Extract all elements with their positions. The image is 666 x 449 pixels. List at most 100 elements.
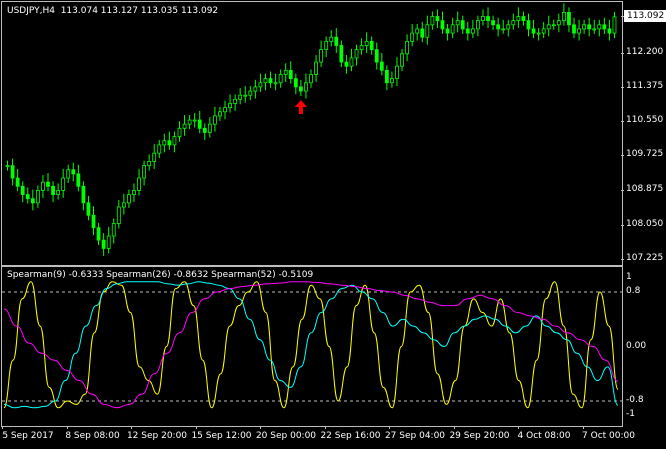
time-label: 15 Sep 12:00 (191, 431, 252, 441)
candle (106, 226, 111, 254)
candle (298, 79, 303, 97)
price-label: 108.050 (626, 218, 664, 229)
indicator-level-label: -1 (626, 408, 635, 419)
candle (556, 13, 561, 33)
price-label: 109.725 (626, 149, 664, 160)
candle (91, 206, 96, 236)
price-chart-panel[interactable]: USDJPY,H4 113.074 113.127 113.035 113.09… (1, 1, 623, 266)
time-tick (582, 426, 584, 429)
candle (395, 57, 399, 87)
candle (30, 189, 35, 211)
candle (309, 69, 313, 88)
candle (450, 17, 455, 39)
time-tick (453, 426, 455, 429)
candle (56, 183, 61, 200)
chart-window[interactable]: USDJPY,H4 113.074 113.127 113.035 113.09… (0, 0, 666, 449)
candle (612, 11, 617, 39)
candle (202, 123, 207, 140)
time-label: 7 Oct 00:00 (582, 431, 635, 441)
candle (607, 19, 612, 41)
candle (258, 73, 263, 92)
candle (304, 73, 308, 99)
candle (481, 9, 485, 26)
candle (172, 131, 177, 153)
price-chart-canvas[interactable] (2, 2, 622, 265)
candle (496, 17, 501, 37)
candle (288, 61, 293, 84)
candle (445, 23, 450, 41)
time-tick (131, 426, 132, 429)
time-label: 4 Oct 08:00 (517, 431, 571, 441)
candle (152, 144, 157, 169)
candle (167, 131, 172, 150)
candle (192, 112, 197, 128)
candle (86, 195, 91, 221)
candle (25, 187, 30, 204)
time-tick (518, 426, 519, 429)
candle (218, 106, 222, 121)
candle (567, 7, 571, 33)
price-label: 107.225 (626, 252, 664, 263)
price-tick (621, 15, 624, 17)
candle (369, 36, 374, 55)
candle (101, 233, 106, 256)
time-label: 8 Sep 08:00 (65, 431, 120, 441)
candle (465, 21, 470, 41)
candle (541, 21, 546, 39)
candle (410, 23, 415, 47)
candle (425, 15, 430, 45)
candle (182, 115, 187, 136)
candle (20, 181, 25, 203)
candle (268, 71, 273, 88)
price-tick (621, 86, 624, 88)
candle (233, 94, 238, 111)
time-tick (389, 426, 390, 429)
candle (491, 15, 495, 30)
symbol-timeframe: USDJPY,H4 (7, 6, 55, 16)
series-line (3, 281, 619, 409)
price-tick (621, 52, 624, 54)
indicator-panel[interactable]: Spearman(9) -0.6333 Spearman(26) -0.8632… (1, 266, 623, 427)
candle (577, 19, 581, 41)
ohlc-values: 113.074 113.127 113.035 113.092 (60, 6, 219, 16)
candle (354, 44, 359, 66)
candle (546, 15, 551, 37)
candle (187, 115, 192, 130)
candle (314, 55, 318, 82)
candle (71, 162, 76, 182)
indicator-canvas[interactable] (2, 267, 622, 426)
candle (121, 193, 126, 215)
candle (521, 11, 526, 26)
candle (435, 9, 440, 29)
price-tick (621, 258, 624, 260)
candle (228, 94, 232, 113)
candle (273, 73, 278, 91)
candle (339, 40, 344, 68)
candle (526, 13, 531, 37)
candle (501, 19, 506, 34)
candle (283, 63, 288, 82)
current-price-label: 113.092 (624, 9, 666, 22)
candle (587, 17, 592, 37)
candle (177, 121, 182, 142)
candle (162, 133, 167, 153)
candle (602, 17, 607, 34)
series-line (3, 281, 619, 409)
candle (157, 139, 162, 159)
candle (5, 160, 10, 171)
candle (551, 19, 556, 30)
time-label: 22 Sep 16:00 (320, 431, 381, 441)
candle (536, 28, 541, 41)
candle (516, 7, 521, 29)
candle (137, 168, 141, 196)
time-label: 20 Sep 00:00 (255, 431, 317, 441)
candle (142, 160, 146, 186)
candle (81, 181, 86, 211)
candle (147, 154, 152, 171)
candle (278, 69, 283, 88)
candle (460, 15, 465, 34)
candle (506, 19, 511, 37)
candle (486, 7, 490, 29)
time-label: 5 Sep 2017 (2, 431, 54, 441)
candle (253, 79, 258, 99)
